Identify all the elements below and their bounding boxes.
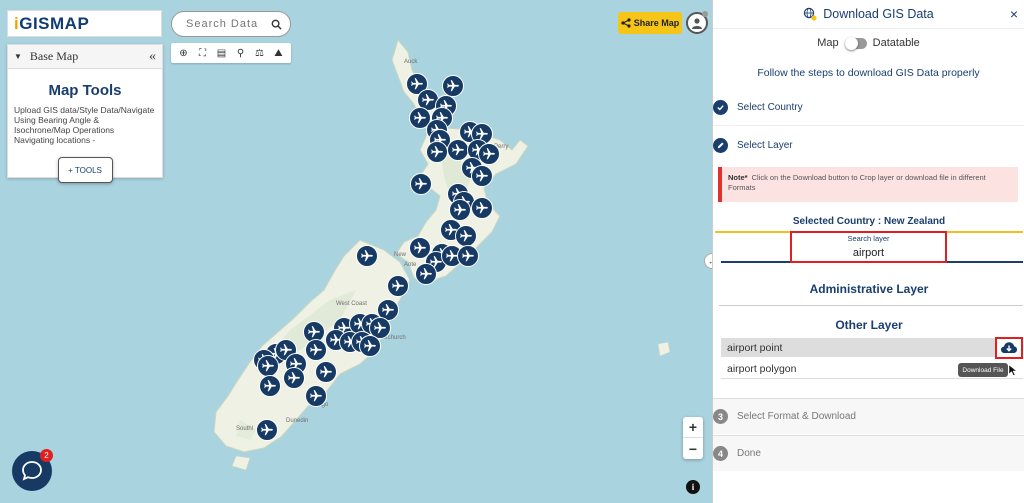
place-label: Auck [404,59,418,65]
airport-marker-icon[interactable] [471,165,493,187]
chat-bubble-icon [22,461,42,481]
step-label: Select Layer [737,139,793,151]
search-layer-label: Search layer [847,234,890,243]
note-label: Note* [728,173,748,182]
measure-icon[interactable]: ⚖ [252,48,268,59]
chat-notification-badge: 2 [40,449,53,462]
print-icon[interactable]: ▤ [214,48,230,59]
download-gis-panel: Download GIS Data × Map Datatable Follow… [712,0,1024,503]
share-icon [621,18,631,28]
cloud-download-icon [1001,342,1017,353]
airport-marker-icon[interactable] [257,355,279,377]
check-icon [713,100,728,115]
step-label: Done [737,448,761,459]
place-label: New [394,252,407,258]
cursor-icon [1008,364,1018,376]
step-number: 3 [713,409,728,424]
airport-marker-icon[interactable] [455,225,477,247]
tools-button[interactable]: + TOOLS [57,157,113,183]
selected-country-label: Selected Country : New Zealand [792,216,946,227]
place-label: Aote [404,262,417,268]
toggle-map-label: Map [817,37,839,49]
search-icon[interactable] [271,19,282,30]
place-label: West Coast [336,301,367,307]
layers-icon[interactable]: ⛰ [271,48,287,59]
place-label: Dunedin [286,418,309,424]
steps-intro-text: Follow the steps to download GIS Data pr… [757,67,980,79]
step-select-country[interactable]: Select Country [713,90,1024,126]
airport-marker-icon[interactable] [457,245,479,267]
airport-marker-icon[interactable] [259,375,281,397]
download-note: Note* Click on the Download button to Cro… [718,167,1018,202]
caret-down-icon: ▼ [14,52,22,61]
map-search-input[interactable] [186,18,271,30]
locate-icon[interactable]: ⊕ [176,48,192,59]
panel-title: Download GIS Data [823,7,934,21]
map-datatable-toggle-row: Map Datatable [713,36,1024,50]
divider [719,305,1023,306]
logo-text: GISMAP [19,13,90,33]
base-map-label: Base Map [29,49,79,63]
close-icon[interactable]: × [1010,6,1018,22]
share-map-button[interactable]: Share Map [618,12,682,34]
panel-header: Download GIS Data × [713,0,1024,29]
download-file-tooltip: Download File [958,363,1008,377]
airport-marker-icon[interactable] [356,245,378,267]
map-tools-panel: ▼ Base Map « Map Tools Upload GIS data/S… [7,44,163,183]
map-datatable-switch[interactable] [844,36,867,50]
step-label: Select Country [737,102,803,113]
download-file-button[interactable] [995,337,1023,359]
pencil-icon [713,137,728,153]
collapse-icon[interactable]: « [149,49,156,65]
other-layer-heading: Other Layer [835,318,903,332]
map-tools-description: Upload GIS data/Style Data/Navigate Usin… [14,105,155,145]
zoom-search-icon[interactable]: ⚲ [233,48,249,59]
airport-marker-icon[interactable] [471,197,493,219]
airport-marker-icon[interactable] [305,339,327,361]
layer-name: airport polygon [727,363,797,375]
airport-marker-icon[interactable] [426,141,448,163]
note-text: Click on the Download button to Crop lay… [728,173,986,192]
toggle-datatable-label: Datatable [872,37,920,49]
gismap-logo[interactable]: i GISMAP [7,10,162,37]
user-account-button[interactable] [686,11,708,34]
step-done[interactable]: 4 Done [713,435,1024,471]
step-number: 4 [713,446,728,461]
step-select-layer[interactable]: Select Layer [713,127,1024,163]
airport-marker-icon[interactable] [256,419,278,441]
map-tools-title: Map Tools [48,82,122,99]
airport-marker-icon[interactable] [449,199,471,221]
map-search-box[interactable] [171,11,291,37]
zoom-control: + − [683,417,703,459]
user-icon [692,18,702,29]
layer-name: airport point [727,341,783,354]
airport-marker-icon[interactable] [283,367,305,389]
share-map-label: Share Map [633,18,680,28]
zoom-in-button[interactable]: + [683,417,703,438]
fullscreen-icon[interactable]: ⛶ [195,48,211,59]
step-select-format-download[interactable]: 3 Select Format & Download [713,398,1024,434]
airport-marker-icon[interactable] [442,75,464,97]
search-layer-input[interactable] [798,247,939,259]
place-label: Southl [236,426,254,432]
administrative-layer-heading: Administrative Layer [809,282,929,296]
search-layer-field[interactable]: Search layer [790,231,947,263]
airport-marker-icon[interactable] [410,173,432,195]
info-icon[interactable]: i [686,480,700,494]
airport-marker-icon[interactable] [359,335,381,357]
airport-marker-icon[interactable] [315,361,337,383]
base-map-toggle[interactable]: ▼ Base Map « [8,45,162,69]
airport-marker-icon[interactable] [305,385,327,407]
airport-marker-icon[interactable] [415,263,437,285]
airport-marker-icon[interactable] [387,275,409,297]
layer-row-airport-point[interactable]: airport point [721,338,1023,357]
zoom-out-button[interactable]: − [683,438,703,459]
map-toolbar: ⊕ ⛶ ▤ ⚲ ⚖ ⛰ [171,43,291,63]
step-label: Select Format & Download [737,411,856,422]
globe-download-icon [804,7,817,21]
